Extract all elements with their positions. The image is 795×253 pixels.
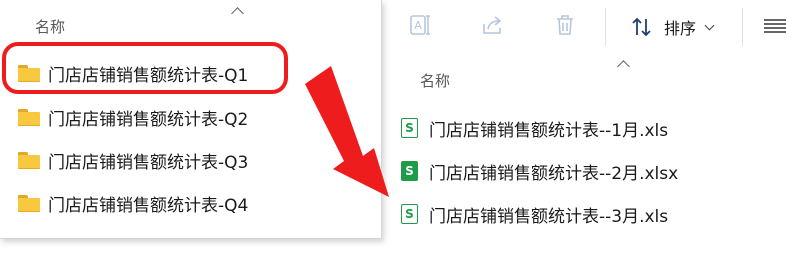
excel-file-icon: S <box>401 161 418 181</box>
column-header-name[interactable]: 名称 <box>35 16 65 37</box>
folder-name: 门店店铺销售额统计表-Q2 <box>48 109 249 130</box>
folder-item[interactable]: 门店店铺销售额统计表-Q4 <box>18 188 248 218</box>
folder-item[interactable]: 门店店铺销售额统计表-Q2 <box>18 102 248 132</box>
view-list-icon[interactable] <box>763 18 787 34</box>
folder-icon <box>18 151 40 169</box>
highlight-box <box>2 42 288 94</box>
file-name: 门店店铺销售额统计表--2月.xlsx <box>429 163 679 184</box>
sort-label: 排序 <box>664 19 697 38</box>
rename-icon[interactable]: A <box>408 12 434 38</box>
sort-up-caret-icon <box>617 60 630 73</box>
folder-pane: 名称 门店店铺销售额统计表-Q1 门店店铺销售额统计表-Q2 门店店铺销售额统计… <box>0 0 382 239</box>
file-item[interactable]: S 门店店铺销售额统计表--3月.xls <box>401 199 668 229</box>
column-header-name[interactable]: 名称 <box>420 70 450 91</box>
file-item[interactable]: S 门店店铺销售额统计表--2月.xlsx <box>401 156 678 186</box>
folder-icon <box>18 194 40 212</box>
folder-item[interactable]: 门店店铺销售额统计表-Q3 <box>18 145 248 175</box>
folder-name: 门店店铺销售额统计表-Q3 <box>48 152 249 173</box>
toolbar-separator <box>742 8 743 46</box>
toolbar-separator <box>605 8 606 46</box>
file-name: 门店店铺销售额统计表--3月.xls <box>429 206 669 227</box>
sort-icon <box>632 17 651 37</box>
file-item[interactable]: S 门店店铺销售额统计表--1月.xls <box>401 113 668 143</box>
excel-file-icon: S <box>401 118 418 138</box>
toolbar: A <box>381 0 795 52</box>
svg-text:A: A <box>414 19 422 32</box>
file-name: 门店店铺销售额统计表--1月.xls <box>429 120 669 141</box>
excel-file-icon: S <box>401 204 418 224</box>
sort-button[interactable]: 排序 <box>630 14 715 40</box>
folder-icon <box>18 108 40 126</box>
chevron-down-icon <box>704 20 715 30</box>
trash-icon[interactable] <box>552 12 578 38</box>
sort-up-caret-icon <box>231 7 244 20</box>
folder-name: 门店店铺销售额统计表-Q4 <box>48 195 249 216</box>
share-icon[interactable] <box>480 12 506 38</box>
